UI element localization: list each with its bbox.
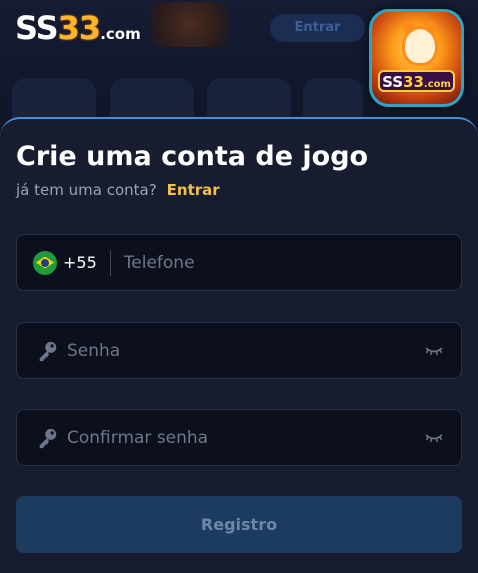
field-divider xyxy=(109,249,111,276)
key-icon xyxy=(39,341,57,361)
login-prompt: já tem uma conta? Entrar xyxy=(16,181,220,199)
brazil-flag-icon xyxy=(33,250,57,275)
login-link[interactable]: Entrar xyxy=(167,181,220,199)
password-field[interactable]: Senha xyxy=(16,322,462,379)
phone-field[interactable]: +55 Telefone xyxy=(16,234,462,291)
tiger-mascot-icon xyxy=(402,21,438,66)
logo-ss: SS xyxy=(15,9,59,47)
confirm-password-field[interactable]: Confirmar senha xyxy=(16,409,462,466)
eye-closed-icon[interactable] xyxy=(425,346,443,356)
login-prompt-text: já tem uma conta? xyxy=(16,181,157,199)
eye-closed-icon[interactable] xyxy=(425,433,443,443)
country-code[interactable]: +55 xyxy=(63,253,97,272)
logo-33: 33 xyxy=(57,9,102,47)
password-input[interactable]: Senha xyxy=(67,341,120,361)
register-panel: Crie uma conta de jogo já tem uma conta?… xyxy=(0,117,478,573)
register-button[interactable]: Registro xyxy=(16,496,462,553)
background-mascot xyxy=(150,2,230,47)
phone-input[interactable]: Telefone xyxy=(124,253,195,273)
page-title: Crie uma conta de jogo xyxy=(16,141,369,172)
logo-com: .com xyxy=(100,25,141,43)
key-icon xyxy=(39,428,57,448)
background-login-pill: Entrar xyxy=(270,14,365,42)
app-icon[interactable]: SS33.com xyxy=(369,9,464,107)
site-logo[interactable]: SS 33 .com xyxy=(15,8,141,48)
confirm-password-input[interactable]: Confirmar senha xyxy=(67,428,208,448)
app-icon-badge: SS33.com xyxy=(378,70,455,92)
